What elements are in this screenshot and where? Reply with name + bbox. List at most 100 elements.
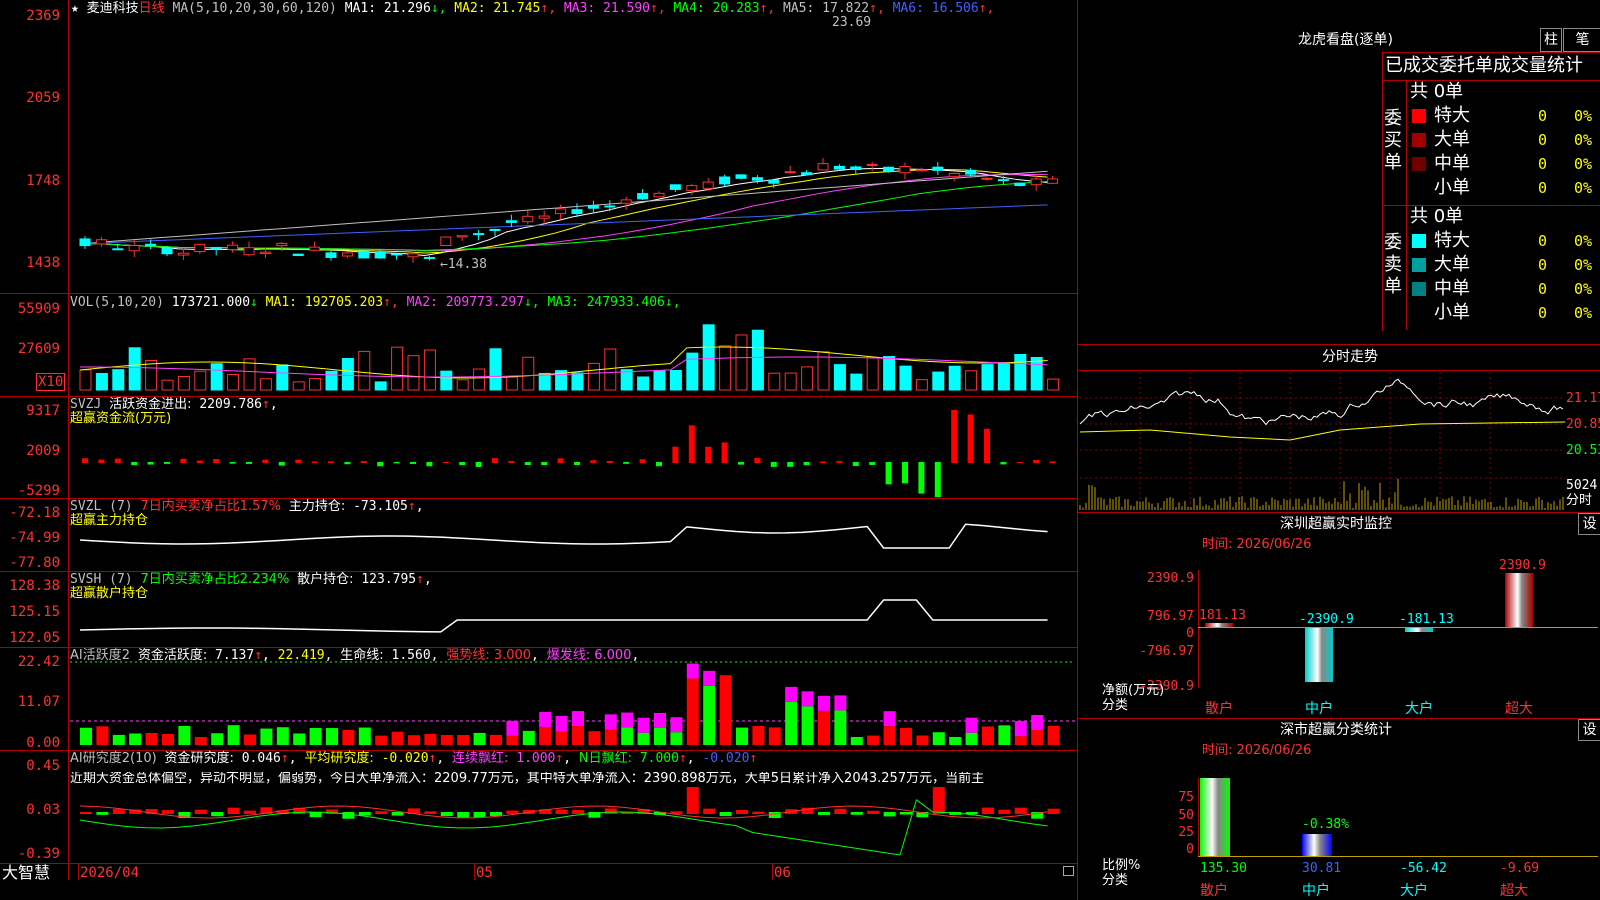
research-bar: [1047, 808, 1060, 814]
candle-body: [571, 209, 583, 215]
svzj-bar: [869, 462, 876, 465]
activity-bar: [96, 726, 109, 745]
activity-bar: [998, 725, 1011, 745]
sz-settings-button[interactable]: 设: [1578, 513, 1600, 535]
candle-body: [505, 220, 517, 223]
activity-bar-top: [703, 670, 716, 686]
activity-bar: [736, 727, 748, 745]
sz-axis-tick: -796.97: [1139, 644, 1194, 659]
activity-bar: [932, 732, 945, 745]
volume-bar: [751, 329, 764, 391]
volume-bar: [932, 371, 945, 391]
research-bar: [850, 812, 863, 815]
svzj-bar: [131, 462, 138, 466]
bar-mode-button[interactable]: 柱: [1540, 28, 1562, 52]
activity-bar: [588, 731, 601, 745]
svzj-bar: [377, 462, 384, 467]
svzj-axis-tick: 9317: [26, 403, 60, 419]
svzj-bar: [180, 458, 187, 463]
air-res-label: 资金研究度:: [164, 751, 234, 766]
volume-bar: [161, 379, 174, 391]
ma-value: MA6: 16.506: [884, 1, 979, 16]
volume-bar: [358, 350, 371, 391]
svzj-bar: [196, 460, 203, 463]
candle-body: [669, 184, 681, 190]
research-bar: [506, 810, 519, 814]
candle-body: [719, 176, 731, 185]
sz-bar-label: -181.13: [1399, 612, 1454, 627]
candle-body: [620, 199, 632, 204]
lock-icon[interactable]: [1063, 866, 1074, 876]
candle-body: [456, 235, 468, 238]
svzl-axis-tick: -77.80: [9, 555, 60, 571]
svzj-bar: [902, 462, 908, 484]
svzj-bar: [213, 459, 220, 463]
cls-category: 散户: [1200, 883, 1228, 899]
activity-bar: [145, 732, 158, 745]
sz-net-label: 净额(万元): [1102, 683, 1165, 698]
activity-bar-top: [686, 663, 699, 679]
candle-body: [95, 239, 107, 245]
volume-bar: [128, 347, 141, 391]
axis-tick: 1438: [26, 255, 60, 271]
svzj-bar: [541, 462, 548, 466]
vol-arrow: ↓: [250, 295, 258, 310]
research-bar: [932, 787, 945, 814]
activity-bar-top: [1014, 721, 1027, 737]
svzj-bar: [705, 446, 712, 463]
ma-arrow: ↑,: [383, 295, 399, 310]
svsh-value: 123.795: [361, 572, 417, 587]
activity-bar: [506, 735, 519, 745]
ma-line: [79, 170, 1048, 245]
sz-bar-label: -2390.9: [1299, 612, 1354, 627]
research-bar: [457, 812, 470, 818]
activity-bar-top: [801, 691, 814, 707]
activity-bar: [1047, 725, 1060, 745]
candle-body: [604, 205, 616, 208]
volume-bar: [259, 378, 272, 391]
date-axis-label: 05: [476, 865, 493, 881]
air-res-value: 0.046: [241, 751, 281, 766]
candle-body: [850, 166, 862, 170]
order-count: 0: [1538, 256, 1548, 274]
candle-body: [259, 251, 271, 255]
activity-bar-top: [654, 712, 666, 728]
activity-bar-top: [555, 715, 568, 731]
research-bar: [818, 812, 830, 815]
activity-bar-top: [785, 686, 798, 702]
cls-title: 深市超赢分类统计: [1280, 722, 1392, 738]
air-tail: -0.020: [702, 751, 750, 766]
order-color-swatch: [1412, 133, 1426, 147]
activity-bar: [818, 710, 830, 745]
svzj-bar: [934, 462, 941, 498]
volume-bar: [965, 370, 978, 391]
period-label[interactable]: 日线: [139, 1, 165, 16]
svzj-bar: [147, 462, 154, 465]
lh-title: 龙虎看盘(逐单): [1298, 32, 1393, 48]
activity-bar-top: [621, 712, 634, 728]
ma-arrow: ↓,: [523, 295, 540, 310]
order-count: 0: [1538, 155, 1548, 173]
candle-body: [374, 251, 386, 259]
svzj-bar: [278, 462, 285, 466]
volume-bar: [391, 346, 404, 391]
tick-mode-button[interactable]: 笔: [1563, 28, 1600, 52]
volume-bar: [473, 368, 486, 391]
activity-bar-top: [883, 711, 896, 727]
axis-tick: 2059: [26, 90, 60, 106]
order-type: 小单: [1434, 302, 1470, 323]
cls-settings-button[interactable]: 设: [1578, 719, 1600, 741]
research-bar: [162, 810, 174, 814]
order-count: 0: [1538, 280, 1548, 298]
activity-bar-top: [834, 695, 847, 711]
activity-bar: [162, 734, 174, 745]
activity-bar: [916, 735, 929, 745]
activity-bar: [900, 727, 912, 745]
kline-chart-canvas: [70, 158, 1075, 856]
cls-axis-tick: 0: [1186, 842, 1194, 857]
research-bar: [342, 812, 355, 819]
volume-bar: [440, 370, 453, 391]
volume-bar: [801, 366, 814, 391]
activity-bar: [129, 733, 142, 745]
favorite-star-icon[interactable]: ★: [71, 1, 79, 16]
